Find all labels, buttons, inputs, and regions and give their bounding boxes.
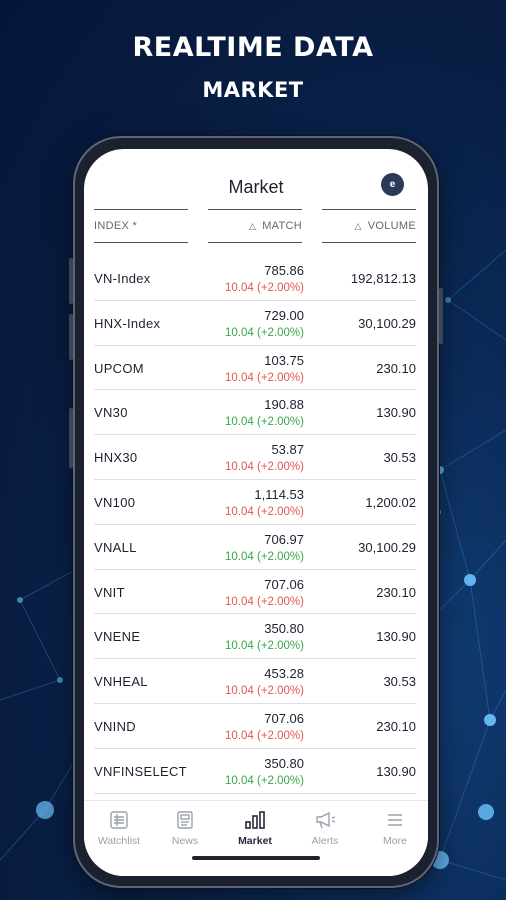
tab-label: Alerts (311, 835, 339, 847)
match-price: 1,114.53 (254, 486, 304, 502)
table-row[interactable]: VN30 190.88 10.04 (+2.00%) 130.90 (94, 390, 416, 436)
column-header-index[interactable]: INDEX * (94, 209, 188, 243)
index-name: HNX-Index (94, 315, 161, 331)
volume-value: 230.10 (376, 584, 416, 600)
megaphone-icon (295, 809, 355, 831)
triangle-up-icon: △ (248, 220, 257, 231)
table-row[interactable]: VNIT 707.06 10.04 (+2.00%) 230.10 (94, 570, 416, 615)
index-name: VNENE (94, 629, 141, 645)
price-change: 10.04 (+2.00%) (225, 416, 304, 429)
phone-side-button (69, 408, 73, 468)
profile-button[interactable]: e (381, 173, 404, 196)
column-header-volume[interactable]: △ VOLUME (322, 209, 416, 243)
index-name: UPCOM (94, 360, 144, 376)
price-change: 10.04 (+2.00%) (225, 282, 304, 294)
bottom-tab-bar: Watchlist News Market Alerts More (84, 800, 428, 876)
match-price: 785.86 (264, 263, 304, 278)
app-screen: Market e INDEX * △ MATCH △ VOLUME VN-Ind… (84, 149, 428, 876)
volume-value: 130.90 (376, 629, 416, 645)
home-indicator (192, 856, 320, 860)
volume-value: 130.90 (376, 405, 416, 421)
price-change: 10.04 (+2.00%) (225, 685, 304, 698)
price-change: 10.04 (+2.00%) (225, 550, 304, 563)
volume-value: 30,100.29 (358, 315, 416, 331)
column-header-volume-label: VOLUME (367, 220, 416, 232)
tab-label: More (383, 835, 407, 847)
volume-value: 30.53 (383, 450, 416, 466)
tab-label: Watchlist (97, 835, 141, 847)
match-price: 103.75 (264, 352, 304, 368)
tab-news[interactable]: News (155, 809, 215, 847)
tab-market[interactable]: Market (225, 809, 285, 847)
table-row[interactable]: VNHEAL 453.28 10.04 (+2.00%) 30.53 (94, 659, 416, 704)
index-name: VN100 (94, 494, 136, 510)
table-row[interactable]: VNFINSELECT 350.80 10.04 (+2.00%) 130.90 (94, 749, 416, 794)
index-name: VN30 (94, 405, 128, 421)
index-name: VN-Index (94, 271, 151, 286)
tab-watchlist[interactable]: Watchlist (89, 809, 149, 847)
match-price: 190.88 (264, 397, 304, 413)
headline-title: REALTIME DATA (132, 32, 374, 63)
table-row[interactable]: VN100 1,114.53 10.04 (+2.00%) 1,200.02 (94, 480, 416, 525)
volume-value: 30,100.29 (358, 539, 416, 555)
price-change: 10.04 (+2.00%) (225, 729, 304, 742)
match-price: 350.80 (264, 621, 304, 637)
tab-alerts[interactable]: Alerts (295, 809, 355, 847)
match-price: 707.06 (264, 710, 304, 726)
price-change: 10.04 (+2.00%) (225, 640, 304, 653)
index-name: VNIT (94, 584, 125, 600)
headline-subtitle: MARKET (202, 78, 304, 102)
column-header-match[interactable]: △ MATCH (208, 209, 302, 243)
table-row[interactable]: HNX-Index 729.00 10.04 (+2.00%) 30,100.29 (94, 301, 416, 346)
table-row[interactable]: UPCOM 103.75 10.04 (+2.00%) 230.10 (94, 346, 416, 391)
table-row[interactable]: VNENE 350.80 10.04 (+2.00%) 130.90 (94, 614, 416, 660)
column-header-index-label: INDEX * (94, 220, 138, 232)
index-name: VNHEAL (94, 674, 148, 690)
table-row[interactable]: HNX30 53.87 10.04 (+2.00%) 30.53 (94, 435, 416, 480)
watchlist-icon (89, 809, 149, 831)
volume-value: 230.10 (376, 360, 416, 376)
match-price: 707.06 (264, 576, 304, 592)
index-name: VNFINSELECT (94, 763, 187, 779)
market-chart-icon (225, 809, 285, 831)
index-name: VNALL (94, 539, 137, 555)
page-title: Market (228, 177, 284, 197)
column-header-match-label: MATCH (262, 220, 302, 232)
tab-more[interactable]: More (365, 809, 425, 847)
table-row[interactable]: VNIND 707.06 10.04 (+2.00%) 230.10 (94, 704, 416, 749)
price-change: 10.04 (+2.00%) (225, 326, 304, 339)
volume-value: 230.10 (376, 718, 416, 734)
index-name: HNX30 (94, 450, 138, 466)
tab-label: Market (238, 835, 272, 847)
match-price: 706.97 (264, 531, 304, 547)
price-change: 10.04 (+2.00%) (225, 774, 304, 787)
price-change: 10.04 (+2.00%) (225, 371, 304, 384)
table-row[interactable]: VN-Index 785.86 10.04 (+2.00%) 192,812.13 (94, 256, 416, 301)
match-price: 453.28 (264, 666, 304, 682)
match-price: 53.87 (271, 442, 304, 458)
phone-frame: Market e INDEX * △ MATCH △ VOLUME VN-Ind… (69, 136, 443, 888)
volume-value: 1,200.02 (365, 494, 416, 510)
table-row[interactable]: VNALL 706.97 10.04 (+2.00%) 30,100.29 (94, 525, 416, 570)
triangle-up-icon: △ (354, 220, 362, 231)
volume-value: 130.90 (376, 763, 416, 779)
phone-power-button (439, 288, 443, 344)
phone-volume-button (69, 314, 73, 360)
volume-value: 192,812.13 (350, 271, 416, 286)
price-change: 10.04 (+2.00%) (225, 461, 304, 474)
price-change: 10.04 (+2.00%) (225, 505, 304, 518)
phone-volume-button (69, 258, 73, 304)
market-index-list: VN-Index 785.86 10.04 (+2.00%) 192,812.13 HN… (94, 256, 416, 794)
volume-value: 30.53 (383, 674, 416, 690)
index-name: VNIND (94, 718, 136, 734)
price-change: 10.04 (+2.00%) (225, 595, 304, 608)
match-price: 729.00 (264, 307, 304, 323)
menu-icon (365, 809, 425, 831)
news-icon (155, 809, 215, 831)
tab-label: News (171, 835, 199, 847)
match-price: 350.80 (264, 755, 304, 771)
